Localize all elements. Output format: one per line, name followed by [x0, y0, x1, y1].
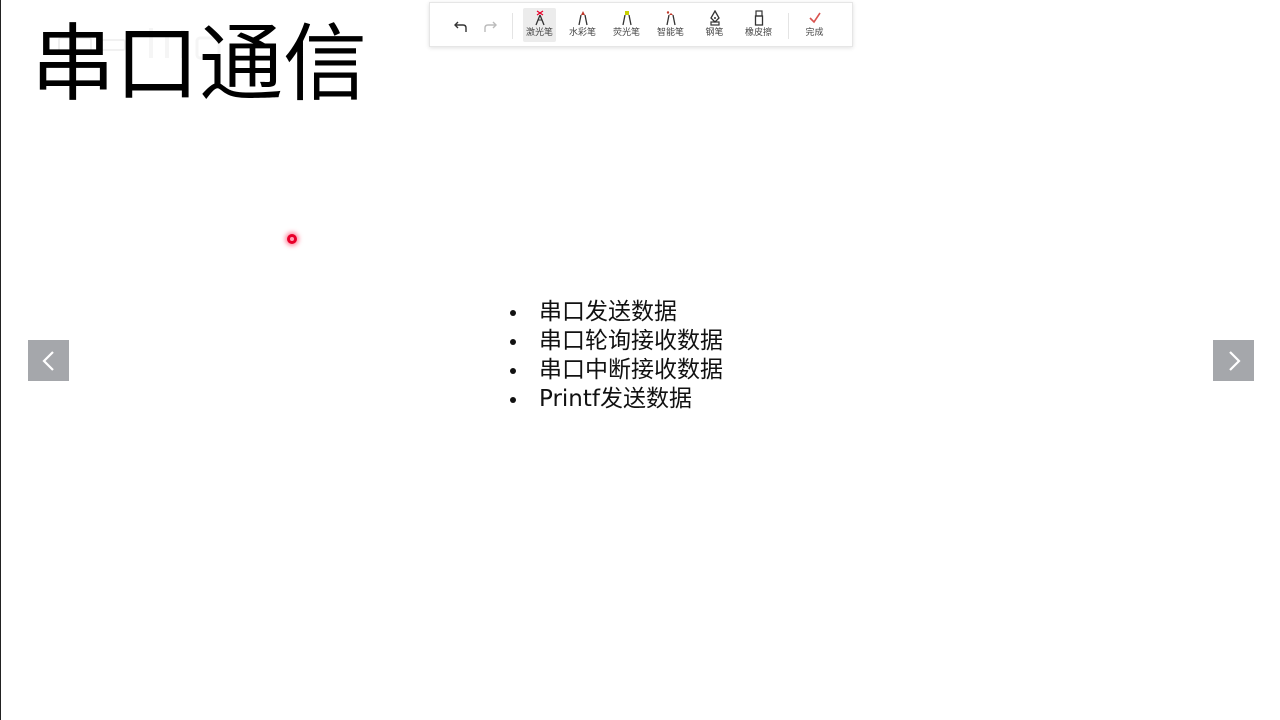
check-icon	[808, 12, 821, 24]
chevron-left-icon	[41, 350, 54, 371]
list-item: Printf发送数据	[507, 385, 723, 414]
tool-label: 橡皮擦	[744, 28, 772, 38]
done-label: 完成	[805, 28, 824, 38]
slide-canvas: 串口通信 串口发送数据 串口轮询接收数据 串口中断接收数据 Printf发送数据	[0, 0, 1280, 720]
highlighter-icon	[621, 11, 632, 26]
fountain-pen-icon	[709, 10, 720, 26]
tool-watercolor-pen[interactable]: 水彩笔	[566, 8, 599, 42]
watercolor-pen-icon	[577, 11, 588, 26]
bullet-dot	[510, 397, 516, 403]
redo-icon	[484, 21, 497, 32]
laser-pointer-icon	[534, 10, 545, 26]
redo-button[interactable]	[481, 17, 499, 35]
undo-icon	[454, 21, 467, 32]
tool-eraser[interactable]: 橡皮擦	[742, 8, 775, 42]
undo-button[interactable]	[452, 17, 470, 35]
tool-highlighter[interactable]: 荧光笔	[610, 8, 643, 42]
bullet-text: 串口发送数据	[539, 299, 677, 325]
smart-pen-icon	[665, 11, 676, 26]
toolbar-divider	[512, 13, 513, 39]
chevron-right-icon	[1228, 350, 1241, 371]
bullet-dot	[510, 339, 516, 345]
list-item: 串口中断接收数据	[507, 356, 723, 385]
list-item: 串口轮询接收数据	[507, 327, 723, 356]
prev-slide-button[interactable]	[28, 340, 69, 381]
bullet-dot	[510, 368, 516, 374]
tool-label: 智能笔	[656, 28, 684, 38]
bullet-text: 串口中断接收数据	[539, 357, 723, 383]
tool-label: 激光笔	[525, 28, 553, 38]
list-item: 串口发送数据	[507, 298, 723, 327]
bullet-text: Printf发送数据	[539, 386, 693, 412]
tool-laser-pointer[interactable]: 激光笔	[523, 8, 556, 42]
bullet-list: 串口发送数据 串口轮询接收数据 串口中断接收数据 Printf发送数据	[507, 298, 723, 414]
bullet-dot	[510, 310, 516, 316]
tool-fountain-pen[interactable]: 钢笔	[698, 8, 731, 42]
tool-label: 荧光笔	[612, 28, 640, 38]
tool-label: 水彩笔	[568, 28, 596, 38]
slide-title: 串口通信	[31, 15, 368, 113]
next-slide-button[interactable]	[1213, 340, 1254, 381]
done-button[interactable]: 完成	[798, 8, 831, 42]
tool-smart-pen[interactable]: 智能笔	[654, 8, 687, 42]
toolbar-divider	[788, 13, 789, 39]
laser-pointer-dot	[287, 234, 297, 244]
eraser-icon	[754, 10, 763, 26]
bullet-text: 串口轮询接收数据	[539, 328, 723, 354]
pen-toolbar: 激光笔 水彩笔 荧光笔 智能笔 钢笔 橡皮擦 完成	[429, 2, 853, 47]
tool-label: 钢笔	[705, 28, 724, 38]
